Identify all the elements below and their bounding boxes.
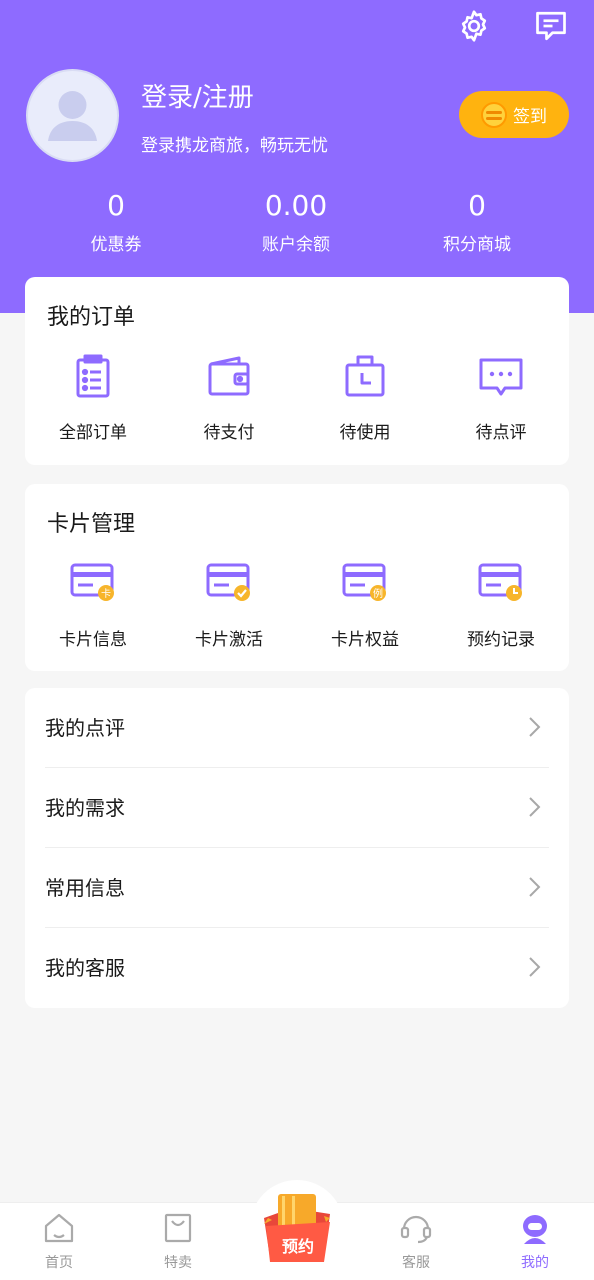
checkin-label: 签到 [513,107,547,127]
order-pending-review-button[interactable]: 待点评 [433,352,569,452]
order-pending-payment-button[interactable]: 待支付 [161,352,297,452]
booking-center-label: 预约 [282,1237,314,1256]
chevron-right-icon [529,957,541,977]
avatar[interactable] [26,69,119,162]
tab-label: 客服 [402,1255,430,1271]
order-pending-use-label: 待使用 [339,423,391,443]
settings-list: 我的点评 我的需求 常用信息 我的客服 [25,688,569,1008]
card-rights-button[interactable]: 例 卡片权益 [297,559,433,659]
tab-sale[interactable]: 特卖 [119,1203,237,1280]
card-management-title: 卡片管理 [47,512,136,537]
card-activate-label: 卡片激活 [195,630,263,650]
top-action-bar [0,6,594,46]
settings-gear-icon[interactable] [454,6,494,46]
card-booking-button[interactable]: 预约记录 [433,559,569,659]
svg-text:卡: 卡 [101,587,111,600]
stat-value: 0 [107,189,125,222]
shopping-bag-icon [164,1213,192,1243]
svg-text:例: 例 [373,587,383,600]
card-booking-label: 预约记录 [467,630,535,650]
home-icon [44,1213,74,1243]
list-item-common-info[interactable]: 常用信息 [45,848,549,928]
list-item-label: 我的点评 [45,716,125,740]
stat-points-mall[interactable]: 0 积分商城 [387,186,567,255]
tab-label: 特卖 [164,1255,192,1271]
list-item-my-service[interactable]: 我的客服 [45,928,549,1008]
tab-mine[interactable]: 我的 [476,1203,594,1280]
order-pending-payment-label: 待支付 [203,423,255,443]
order-pending-review-label: 待点评 [475,423,527,443]
stat-value: 0.00 [264,189,328,222]
my-orders-card: 我的订单 全部订单 待支付 待使用 待点评 [25,277,569,465]
card-booking-icon [478,563,522,601]
list-item-label: 我的需求 [45,796,125,820]
stat-coupons[interactable]: 0 优惠券 [26,186,206,255]
card-info-icon: 卡 [70,563,114,601]
card-info-button[interactable]: 卡 卡片信息 [25,559,161,659]
profile-icon [523,1215,547,1244]
stat-balance[interactable]: 0.00 账户余额 [206,186,386,255]
login-subtitle: 登录携龙商旅，畅玩无忧 [141,136,328,156]
order-pending-use-button[interactable]: 待使用 [297,352,433,452]
chevron-right-icon [529,717,541,737]
headset-icon [400,1215,432,1244]
list-item-label: 我的客服 [45,956,125,980]
stat-label: 积分商城 [443,235,511,255]
checkin-button[interactable]: 签到 [459,91,569,138]
chevron-right-icon [529,877,541,897]
coin-icon [481,101,507,128]
card-activate-button[interactable]: 卡片激活 [161,559,297,659]
login-register-link[interactable]: 登录/注册 [141,77,254,114]
list-item-label: 常用信息 [45,876,125,900]
stat-value: 0 [468,189,486,222]
card-management-card: 卡片管理 卡 卡片信息 卡片激活 例 卡片权益 预约记录 [25,484,569,671]
list-item-my-needs[interactable]: 我的需求 [45,768,549,848]
card-activate-icon [206,563,250,601]
tab-service[interactable]: 客服 [357,1203,475,1280]
stat-label: 账户余额 [262,235,330,255]
card-rights-label: 卡片权益 [331,630,399,650]
card-rights-icon: 例 [342,563,386,601]
order-all-label: 全部订单 [59,423,127,443]
card-info-label: 卡片信息 [59,630,127,650]
tab-label: 我的 [521,1255,549,1271]
account-stats: 0 优惠券 0.00 账户余额 0 积分商城 [0,186,594,266]
stat-label: 优惠券 [90,235,142,255]
chat-bubble-icon [479,358,523,396]
orders-title: 我的订单 [47,305,136,330]
clipboard-list-icon [76,354,110,398]
tab-home[interactable]: 首页 [0,1203,118,1280]
briefcase-clock-icon [345,355,385,397]
booking-center-button[interactable]: 预约 [258,1186,336,1268]
chevron-right-icon [529,797,541,817]
list-item-my-reviews[interactable]: 我的点评 [45,688,549,768]
order-all-button[interactable]: 全部订单 [25,352,161,452]
message-icon[interactable] [531,6,571,46]
wallet-icon [208,356,250,396]
tab-label: 首页 [45,1255,73,1271]
